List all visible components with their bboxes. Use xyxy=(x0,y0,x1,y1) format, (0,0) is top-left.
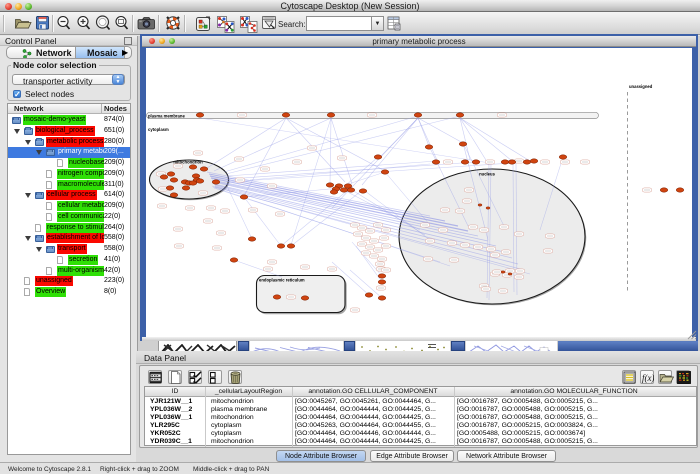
svg-text:cytoplasm: cytoplasm xyxy=(148,127,169,132)
svg-text:plasma membrane: plasma membrane xyxy=(148,114,185,119)
svg-text:endoplasmic reticulum: endoplasmic reticulum xyxy=(259,278,305,283)
svg-text:unassigned: unassigned xyxy=(629,84,653,89)
svg-text:f(x): f(x) xyxy=(642,373,654,383)
svg-text:nucleus: nucleus xyxy=(479,172,495,177)
svg-text:mitochondrion: mitochondrion xyxy=(173,160,203,165)
